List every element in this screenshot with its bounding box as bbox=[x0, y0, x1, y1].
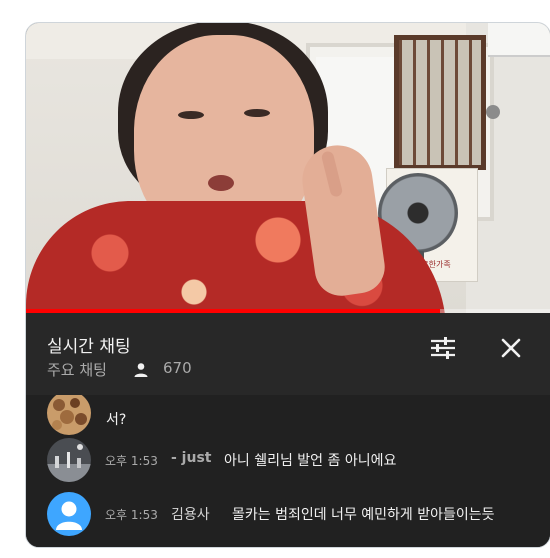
chat-header: 실시간 채팅 주요 채팅 670 bbox=[26, 313, 550, 395]
avatar bbox=[47, 492, 91, 536]
avatar bbox=[47, 395, 91, 435]
close-x-icon[interactable] bbox=[494, 331, 528, 365]
video-player[interactable]: 르한가족 bbox=[26, 23, 550, 313]
viewer-count: 670 bbox=[163, 359, 192, 377]
chat-message-time: 오후 1:53 bbox=[105, 508, 158, 522]
chat-message: 오후 1:53 김용사 몰카는 범죄인데 너무 예민하게 받아들이는듯 bbox=[26, 489, 550, 539]
video-switch bbox=[486, 105, 500, 119]
video-person-mouth bbox=[208, 175, 234, 191]
tune-sliders-icon[interactable] bbox=[426, 331, 460, 365]
chat-message: 서? bbox=[26, 395, 550, 435]
chat-message-time: 오후 1:53 bbox=[105, 454, 158, 468]
chat-message-text: 몰카는 범죄인데 너무 예민하게 받아들이는듯 bbox=[232, 507, 495, 523]
avatar bbox=[47, 438, 91, 482]
video-window-bars bbox=[394, 35, 486, 170]
live-chat-panel: 르한가족 실시간 채팅 주요 채팅 670 서? 오후 1:53 - just … bbox=[25, 22, 550, 548]
chat-title: 실시간 채팅 bbox=[47, 337, 131, 357]
chat-message-text: 서? bbox=[106, 412, 127, 428]
video-person-eye bbox=[244, 109, 270, 117]
video-aircon bbox=[488, 23, 550, 57]
chat-message-author[interactable]: 김용사 bbox=[171, 504, 210, 524]
person-icon bbox=[134, 363, 148, 377]
chat-message-text: 아니 쉘리님 발언 좀 아니에요 bbox=[224, 453, 397, 469]
chat-message: 오후 1:53 - just 아니 쉘리님 발언 좀 아니에요 bbox=[26, 435, 550, 485]
chat-mode-label[interactable]: 주요 채팅 bbox=[47, 359, 107, 380]
chat-messages[interactable]: 서? 오후 1:53 - just 아니 쉘리님 발언 좀 아니에요 오후 1:… bbox=[26, 395, 550, 547]
video-person-eye bbox=[178, 111, 204, 119]
chat-message-author[interactable]: - just bbox=[171, 450, 211, 466]
default-user-icon bbox=[56, 501, 82, 530]
